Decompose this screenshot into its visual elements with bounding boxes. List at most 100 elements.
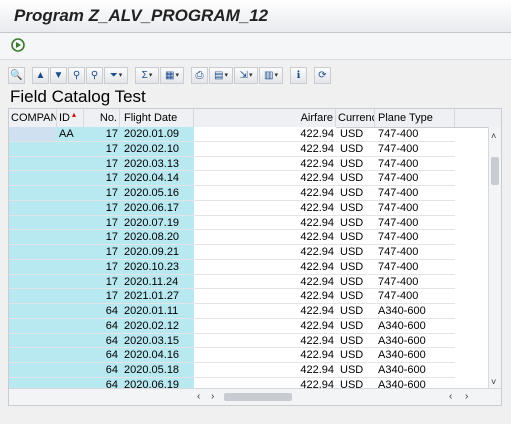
cell-airfare[interactable]: 422.94 [194, 259, 336, 275]
sum-icon[interactable]: Σ [135, 66, 159, 84]
export-icon[interactable]: ⇲ [234, 66, 258, 84]
table-row[interactable]: 17 2020.07.19 422.94 USD 747-400 [9, 215, 491, 231]
cell-plane-type[interactable]: 747-400 [375, 289, 455, 305]
cell-plane-type[interactable]: A340-600 [375, 304, 455, 319]
cell-airfare[interactable]: 422.94 [194, 215, 336, 231]
cell-currency[interactable]: USD [336, 334, 375, 349]
table-row[interactable]: 17 2020.03.13 422.94 USD 747-400 [9, 156, 491, 172]
cell-currency[interactable]: USD [336, 260, 375, 275]
cell-no[interactable]: 64 [84, 304, 120, 319]
table-row[interactable]: 64 2020.04.16 422.94 USD A340-600 [9, 348, 491, 364]
column-header-currency[interactable]: Currency [336, 109, 375, 127]
horizontal-scrollbar[interactable]: ‹ › ‹ › [9, 388, 501, 405]
cell-plane-type[interactable]: 747-400 [375, 201, 455, 216]
cell-airfare[interactable]: 422.94 [194, 156, 336, 172]
cell-id[interactable] [57, 318, 84, 334]
cell-id[interactable] [57, 186, 84, 201]
cell-no[interactable]: 17 [84, 230, 120, 246]
scroll-up-icon[interactable]: ˄ [491, 131, 496, 141]
column-header-no[interactable]: No. [84, 109, 120, 127]
cell-airfare[interactable]: 422.94 [194, 186, 336, 201]
print-icon[interactable]: ⎙ [191, 66, 208, 84]
cell-flight-date[interactable]: 2020.04.14 [120, 171, 194, 187]
cell-airfare[interactable]: 422.94 [194, 245, 336, 260]
cell-airfare[interactable]: 422.94 [194, 333, 336, 349]
cell-flight-date[interactable]: 2020.03.13 [120, 156, 194, 172]
cell-no[interactable]: 17 [84, 274, 120, 290]
scroll-right-end-icon[interactable]: › [465, 391, 468, 402]
cell-currency[interactable]: USD [336, 127, 375, 142]
cell-currency[interactable]: USD [336, 216, 375, 231]
cell-currency[interactable]: USD [336, 348, 375, 364]
cell-airfare[interactable]: 422.94 [194, 318, 336, 334]
find-next-icon[interactable]: ⚲ [86, 66, 103, 84]
cell-airfare[interactable]: 422.94 [194, 171, 336, 187]
cell-plane-type[interactable]: 747-400 [375, 171, 455, 187]
sort-ascending-icon[interactable]: ▲ [32, 66, 49, 84]
cell-company[interactable] [9, 304, 57, 319]
cell-no[interactable]: 64 [84, 318, 120, 334]
cell-id[interactable] [57, 304, 84, 319]
cell-id[interactable] [57, 274, 84, 290]
cell-currency[interactable]: USD [336, 142, 375, 157]
cell-airfare[interactable]: 422.94 [194, 141, 336, 157]
cell-id[interactable] [57, 230, 84, 246]
cell-flight-date[interactable]: 2020.06.17 [120, 200, 194, 216]
cell-no[interactable]: 17 [84, 245, 120, 260]
cell-id[interactable]: AA [57, 127, 84, 142]
cell-company[interactable] [9, 348, 57, 364]
cell-plane-type[interactable]: 747-400 [375, 260, 455, 275]
cell-id[interactable] [57, 348, 84, 364]
cell-currency[interactable]: USD [336, 289, 375, 305]
horizontal-scroll-thumb[interactable] [224, 393, 292, 401]
cell-flight-date[interactable]: 2020.10.23 [120, 259, 194, 275]
cell-no[interactable]: 17 [84, 127, 120, 142]
cell-company[interactable] [9, 245, 57, 260]
table-row[interactable]: 64 2020.05.18 422.94 USD A340-600 [9, 363, 491, 379]
cell-airfare[interactable]: 422.94 [194, 127, 336, 142]
cell-company[interactable] [9, 215, 57, 231]
cell-company[interactable] [9, 200, 57, 216]
find-icon[interactable]: ⚲ [68, 66, 85, 84]
vertical-scroll-thumb[interactable] [491, 157, 499, 185]
cell-flight-date[interactable]: 2020.07.19 [120, 215, 194, 231]
scroll-down-icon[interactable]: ˅ [491, 377, 496, 387]
cell-no[interactable]: 17 [84, 156, 120, 172]
cell-no[interactable]: 17 [84, 289, 120, 305]
cell-airfare[interactable]: 422.94 [194, 348, 336, 364]
filter-icon[interactable]: ⏷ [104, 66, 128, 84]
cell-id[interactable] [57, 289, 84, 305]
cell-flight-date[interactable]: 2021.01.27 [120, 289, 194, 305]
table-row[interactable]: 64 2020.01.11 422.94 USD A340-600 [9, 304, 491, 319]
column-header-plane-type[interactable]: Plane Type [375, 109, 455, 127]
cell-company[interactable] [9, 171, 57, 187]
cell-plane-type[interactable]: 747-400 [375, 186, 455, 201]
cell-currency[interactable]: USD [336, 171, 375, 187]
cell-no[interactable]: 64 [84, 348, 120, 364]
cell-currency[interactable]: USD [336, 363, 375, 379]
sort-descending-icon[interactable]: ▼ [50, 66, 67, 84]
cell-plane-type[interactable]: 747-400 [375, 157, 455, 172]
cell-company[interactable] [9, 141, 57, 157]
cell-id[interactable] [57, 333, 84, 349]
layout-icon[interactable]: ▥ [259, 66, 283, 84]
table-row[interactable]: 17 2020.08.20 422.94 USD 747-400 [9, 230, 491, 246]
refresh-icon[interactable]: ⟳ [314, 66, 331, 84]
cell-company[interactable] [9, 127, 57, 142]
cell-plane-type[interactable]: A340-600 [375, 319, 455, 334]
cell-currency[interactable]: USD [336, 230, 375, 246]
cell-airfare[interactable]: 422.94 [194, 200, 336, 216]
cell-flight-date[interactable]: 2020.08.20 [120, 230, 194, 246]
cell-plane-type[interactable]: 747-400 [375, 216, 455, 231]
cell-company[interactable] [9, 186, 57, 201]
scroll-left-end-icon[interactable]: ‹ [449, 391, 452, 402]
table-row[interactable]: 17 2020.02.10 422.94 USD 747-400 [9, 141, 491, 157]
cell-id[interactable] [57, 259, 84, 275]
cell-flight-date[interactable]: 2020.11.24 [120, 274, 194, 290]
cell-plane-type[interactable]: 747-400 [375, 275, 455, 290]
cell-currency[interactable]: USD [336, 245, 375, 260]
table-row[interactable]: 17 2020.04.14 422.94 USD 747-400 [9, 171, 491, 187]
execute-icon[interactable] [10, 37, 26, 53]
cell-plane-type[interactable]: A340-600 [375, 348, 455, 364]
cell-airfare[interactable]: 422.94 [194, 304, 336, 319]
